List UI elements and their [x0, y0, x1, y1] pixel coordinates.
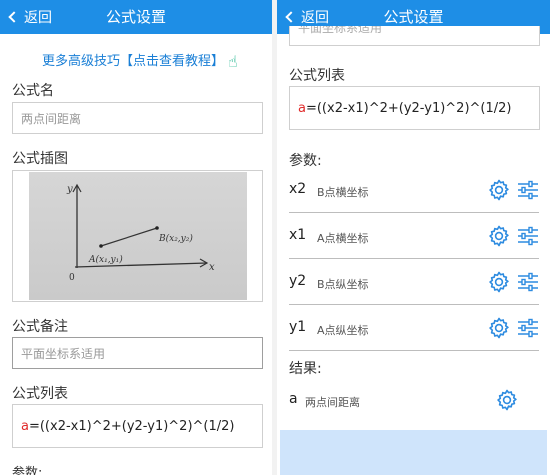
note-remnant-text: 平面坐标系适用 [298, 26, 383, 35]
gear-icon[interactable] [487, 178, 511, 202]
formula-image-frame[interactable]: y x 0 A(x₁,y₁) B(x₂,y₂) [12, 170, 263, 302]
pointing-hand-icon: ☝ [228, 52, 238, 71]
param-name: y1 [289, 319, 307, 335]
formula-list-label: 公式列表 [12, 386, 68, 402]
right-screen: 返回 公式设置 平面坐标系适用 公式列表 a =((x2-x1)^2+(y2-y1… [277, 0, 550, 475]
formula-variable: a [21, 418, 29, 434]
sketch-x-label: x [209, 262, 215, 273]
formula-note-field-remnant[interactable]: 平面坐标系适用 [289, 26, 540, 46]
back-label: 返回 [24, 10, 52, 26]
chevron-left-icon [285, 11, 297, 23]
formula-expression-field[interactable]: a =((x2-x1)^2+(y2-y1)^2)^(1/2) [289, 86, 540, 130]
back-button[interactable]: 返回 [4, 0, 52, 34]
param-desc: A点横坐标 [317, 232, 369, 245]
sketch-drawing: y x 0 A(x₁,y₁) B(x₂,y₂) [66, 183, 215, 283]
result-name: a [289, 391, 298, 407]
param-name: y2 [289, 273, 307, 289]
chevron-left-icon [8, 11, 20, 23]
param-row-x2: x2 B点横坐标 [289, 167, 539, 213]
formula-expression: =((x2-x1)^2+(y2-y1)^2)^(1/2) [305, 100, 512, 116]
tutorial-link-text: 更多高级技巧【点击查看教程】 [42, 54, 225, 69]
result-label: 结果: [289, 361, 322, 377]
formula-expression-field[interactable]: a =((x2-x1)^2+(y2-y1)^2)^(1/2) [12, 404, 263, 448]
bottom-panel [280, 430, 547, 475]
param-desc: B点横坐标 [317, 186, 369, 199]
sketch-y-label: y [66, 184, 73, 195]
formula-list-label: 公式列表 [289, 68, 345, 84]
param-row-x1: x1 A点横坐标 [289, 213, 539, 259]
param-desc: B点纵坐标 [317, 278, 369, 291]
formula-name-field[interactable]: 两点间距离 [12, 102, 263, 134]
result-desc: 两点间距离 [305, 396, 360, 409]
formula-image-label: 公式插图 [12, 151, 68, 167]
top-bar: 返回 公式设置 [0, 0, 272, 34]
formula-expression: =((x2-x1)^2+(y2-y1)^2)^(1/2) [28, 418, 235, 434]
formula-sketch-image: y x 0 A(x₁,y₁) B(x₂,y₂) [29, 172, 247, 300]
sketch-point-a-label: A(x₁,y₁) [88, 254, 123, 265]
sketch-point-b-label: B(x₂,y₂) [158, 233, 193, 244]
formula-variable: a [298, 100, 306, 116]
param-row-y2: y2 B点纵坐标 [289, 259, 539, 305]
param-desc: A点纵坐标 [317, 324, 369, 337]
left-screen: 返回 公式设置 更多高级技巧【点击查看教程】 ☝ 公式名 两点间距离 公式插图 y… [0, 0, 272, 475]
param-name: x2 [289, 181, 307, 197]
param-row-y1: y1 A点纵坐标 [289, 305, 539, 351]
result-row: a 两点间距离 [289, 377, 539, 423]
back-label: 返回 [301, 10, 329, 26]
sliders-icon[interactable] [517, 271, 539, 293]
formula-name-label: 公式名 [12, 83, 54, 99]
sketch-origin-label: 0 [69, 273, 75, 283]
gear-icon[interactable] [487, 270, 511, 294]
params-label-cut: 参数: [12, 466, 43, 475]
tutorial-link[interactable]: 更多高级技巧【点击查看教程】 ☝ [42, 50, 238, 71]
formula-note-field[interactable]: 平面坐标系适用 [12, 337, 263, 369]
sliders-icon[interactable] [517, 317, 539, 339]
sliders-icon[interactable] [517, 179, 539, 201]
sliders-icon[interactable] [517, 225, 539, 247]
formula-note-label: 公式备注 [12, 319, 68, 335]
param-name: x1 [289, 227, 307, 243]
gear-icon[interactable] [495, 388, 519, 412]
gear-icon[interactable] [487, 224, 511, 248]
gear-icon[interactable] [487, 316, 511, 340]
